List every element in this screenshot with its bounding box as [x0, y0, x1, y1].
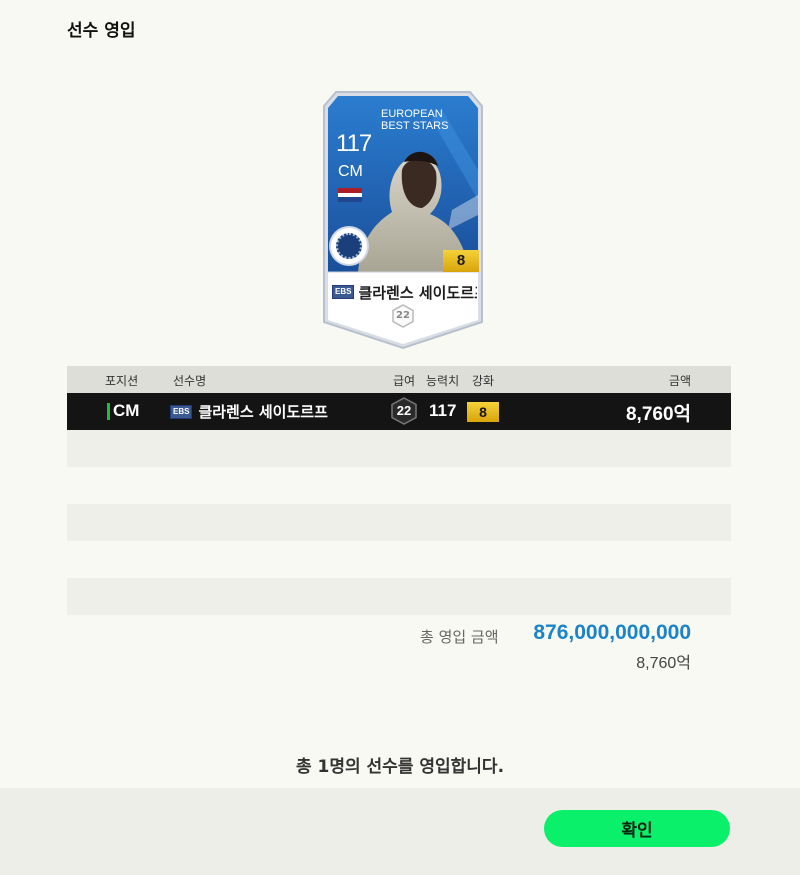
header-overall: 능력치 [426, 374, 460, 388]
card-player-name: 클라렌스 세이도르프 [358, 283, 477, 302]
header-pay: 급여 [393, 374, 416, 388]
row-position: CM [113, 401, 140, 420]
page-title: 선수 영입 [67, 21, 136, 41]
empty-row [67, 430, 731, 467]
card-pay-badge: 22 [391, 304, 415, 328]
table-row[interactable]: CM EBS 클라렌스 세이도르프 22 117 8 8,760억 [67, 393, 731, 430]
empty-row [67, 467, 731, 504]
empty-row [67, 578, 731, 615]
row-overall: 117 [429, 401, 457, 420]
pay-hex-icon: 22 [390, 397, 418, 425]
season-icon: EBS [170, 404, 193, 419]
player-card: EUROPEAN BEST STARS 117 CM 8 EBS 클라렌스 세이… [322, 90, 484, 350]
empty-row [67, 504, 731, 541]
row-player-name: 클라렌스 세이도르프 [198, 403, 328, 421]
empty-row [67, 541, 731, 578]
table-header: 포지션 선수명 급여 능력치 강화 금액 [67, 366, 731, 393]
total-value: 876,000,000,000 [533, 621, 691, 644]
confirm-button[interactable]: 확인 [544, 810, 730, 847]
row-pay: 22 [396, 403, 412, 418]
club-badge-icon [331, 228, 367, 264]
header-name: 선수명 [173, 374, 207, 388]
card-pay-value: 22 [396, 310, 410, 321]
season-icon: EBS [332, 285, 355, 299]
summary-message: 총 1명의 선수를 영입합니다. [295, 757, 505, 777]
card-name-row: EBS 클라렌스 세이도르프 [332, 282, 477, 302]
total-sub-value: 8,760억 [636, 655, 691, 672]
card-position: CM [338, 163, 363, 180]
header-price: 금액 [668, 374, 691, 388]
header-enhance: 강화 [472, 374, 495, 388]
card-upgrade-badge: 8 [443, 250, 479, 272]
card-season-line2: BEST STARS [381, 120, 449, 132]
total-label: 총 영입 금액 [420, 628, 499, 646]
row-enhance-badge: 8 [467, 402, 499, 422]
header-position: 포지션 [105, 374, 139, 388]
card-season-label: EUROPEAN BEST STARS [381, 108, 461, 132]
position-color-bar [107, 403, 110, 420]
row-player: EBS 클라렌스 세이도르프 [170, 401, 328, 422]
card-overall: 117 [336, 130, 372, 157]
row-price: 8,760억 [625, 404, 691, 425]
nation-flag-icon [338, 188, 362, 202]
card-season-line1: EUROPEAN [381, 108, 443, 120]
